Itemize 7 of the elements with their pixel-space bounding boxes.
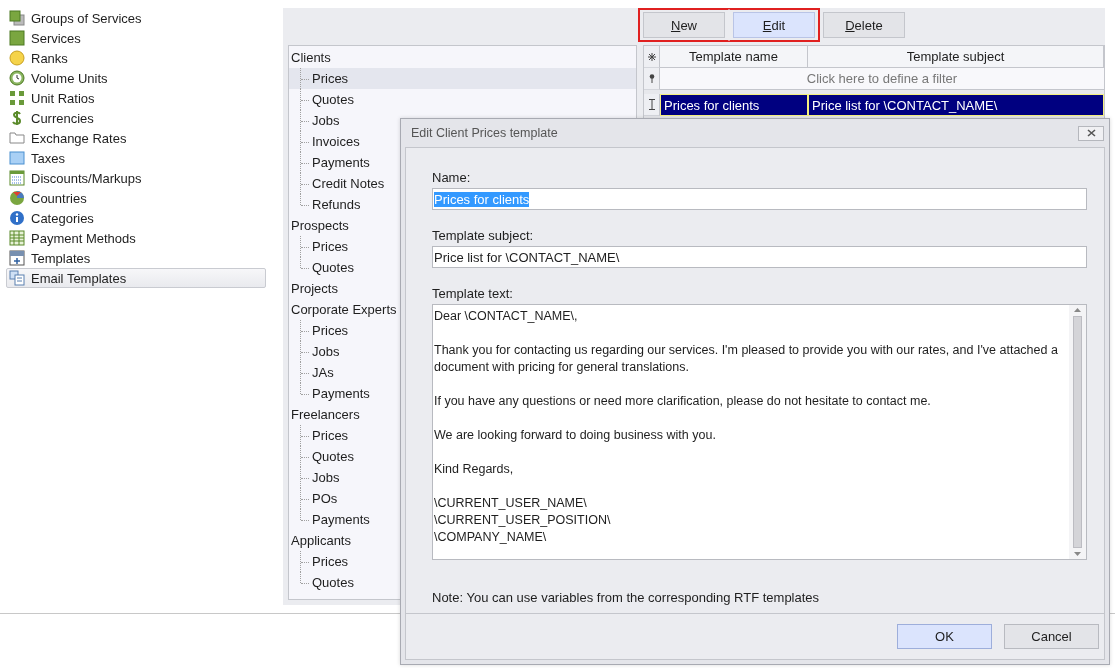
note-text: Note: You can use variables from the corresponding RTF templates [432,588,821,607]
field-label: Template subject: [432,226,535,245]
table-cell: Price list for \CONTACT_NAME\ [808,94,1104,116]
dialog-title: Edit Client Prices template [411,126,558,140]
field-label: Name: [432,168,472,187]
table-cell: Prices for clients [660,94,808,116]
field-label: Template text: [432,284,514,303]
